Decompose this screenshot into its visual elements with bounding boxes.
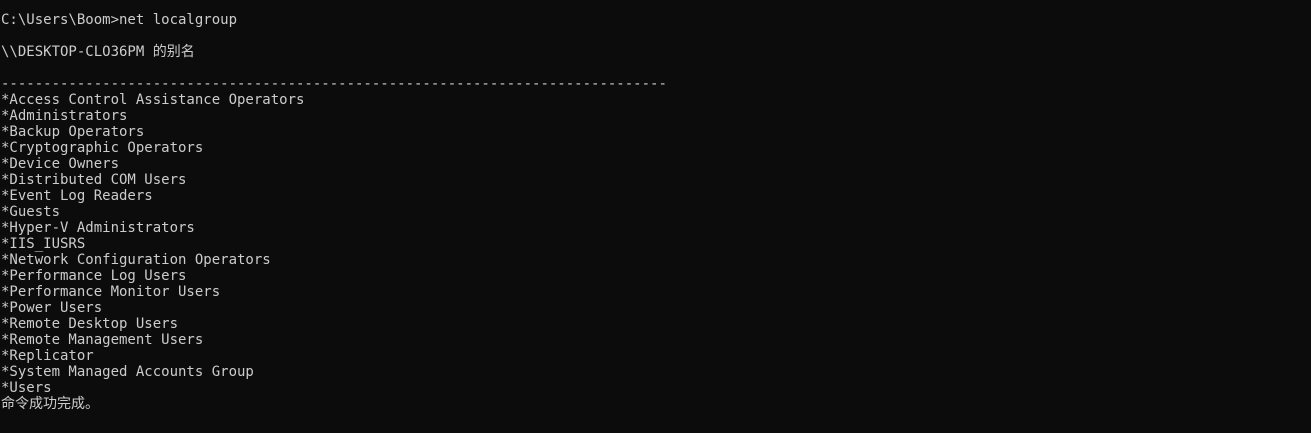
alias-header: \\DESKTOP-CLO36PM 的别名: [1, 44, 195, 60]
command-prompt-line: C:\Users\Boom>net localgroup: [1, 12, 238, 28]
group-item: *Users: [1, 380, 52, 396]
group-item: *Network Configuration Operators: [1, 252, 271, 268]
group-item: *Remote Desktop Users: [1, 316, 179, 332]
group-item: *Performance Monitor Users: [1, 284, 221, 300]
group-item: *Power Users: [1, 300, 103, 316]
console-window[interactable]: C:\Users\Boom>net localgroup \\DESKTOP-C…: [0, 0, 1311, 433]
completion-message: 命令成功完成。: [1, 396, 99, 412]
group-list: *Access Control Assistance Operators *Ad…: [1, 92, 304, 396]
group-item: *Performance Log Users: [1, 268, 187, 284]
group-item: *Access Control Assistance Operators: [1, 92, 305, 108]
separator-line: ----------------------------------------…: [1, 76, 667, 92]
group-item: *Remote Management Users: [1, 332, 204, 348]
group-item: *Hyper-V Administrators: [1, 220, 195, 236]
group-item: *Backup Operators: [1, 124, 145, 140]
group-item: *Replicator: [1, 348, 94, 364]
group-item: *Distributed COM Users: [1, 172, 187, 188]
group-item: *Event Log Readers: [1, 188, 153, 204]
group-item: *Cryptographic Operators: [1, 140, 204, 156]
group-item: *Administrators: [1, 108, 128, 124]
group-item: *Device Owners: [1, 156, 120, 172]
group-item: *System Managed Accounts Group: [1, 364, 254, 380]
group-item: *IIS_IUSRS: [1, 236, 86, 252]
group-item: *Guests: [1, 204, 61, 220]
